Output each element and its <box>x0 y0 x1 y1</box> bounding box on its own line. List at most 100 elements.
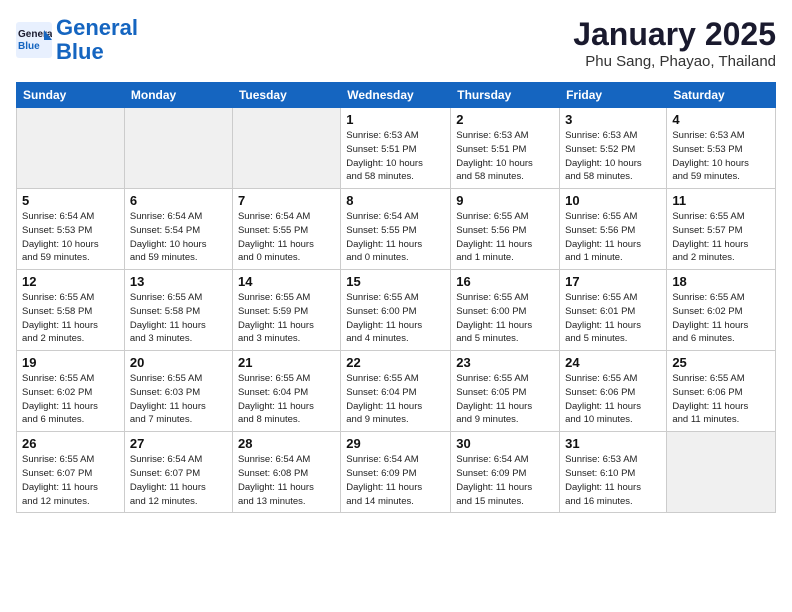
calendar-cell: 29 Sunrise: 6:54 AM Sunset: 6:09 PM Dayli… <box>341 432 451 513</box>
calendar-cell: 27 Sunrise: 6:54 AM Sunset: 6:07 PM Dayli… <box>124 432 232 513</box>
calendar-cell: 24 Sunrise: 6:55 AM Sunset: 6:06 PM Dayli… <box>560 351 667 432</box>
cell-day-number: 25 <box>672 355 770 370</box>
calendar-cell <box>232 108 340 189</box>
cell-info: Sunrise: 6:55 AM Sunset: 5:56 PM Dayligh… <box>456 210 554 265</box>
logo-line1: General <box>56 15 138 40</box>
cell-info: Sunrise: 6:54 AM Sunset: 6:09 PM Dayligh… <box>456 453 554 508</box>
calendar-cell: 15 Sunrise: 6:55 AM Sunset: 6:00 PM Dayli… <box>341 270 451 351</box>
calendar-cell: 6Sunrise: 6:54 AM Sunset: 5:54 PM Daylig… <box>124 189 232 270</box>
cell-day-number: 5 <box>22 193 119 208</box>
cell-info: Sunrise: 6:55 AM Sunset: 5:59 PM Dayligh… <box>238 291 335 346</box>
calendar-title: January 2025 <box>573 16 776 53</box>
calendar-cell: 25Sunrise: 6:55 AM Sunset: 6:06 PM Dayli… <box>667 351 776 432</box>
weekday-header: Tuesday <box>232 83 340 108</box>
cell-day-number: 16 <box>456 274 554 289</box>
cell-info: Sunrise: 6:55 AM Sunset: 6:06 PM Dayligh… <box>565 372 661 427</box>
calendar-cell <box>17 108 125 189</box>
cell-info: Sunrise: 6:53 AM Sunset: 5:51 PM Dayligh… <box>346 129 445 184</box>
cell-day-number: 21 <box>238 355 335 370</box>
calendar-cell: 28Sunrise: 6:54 AM Sunset: 6:08 PM Dayli… <box>232 432 340 513</box>
cell-day-number: 8 <box>346 193 445 208</box>
calendar-week-row: 19Sunrise: 6:55 AM Sunset: 6:02 PM Dayli… <box>17 351 776 432</box>
cell-day-number: 24 <box>565 355 661 370</box>
calendar-cell <box>667 432 776 513</box>
cell-day-number: 20 <box>130 355 227 370</box>
cell-day-number: 30 <box>456 436 554 451</box>
calendar-cell: 19Sunrise: 6:55 AM Sunset: 6:02 PM Dayli… <box>17 351 125 432</box>
calendar-cell: 3 Sunrise: 6:53 AM Sunset: 5:52 PM Daylig… <box>560 108 667 189</box>
calendar-cell: 26Sunrise: 6:55 AM Sunset: 6:07 PM Dayli… <box>17 432 125 513</box>
cell-info: Sunrise: 6:54 AM Sunset: 5:53 PM Dayligh… <box>22 210 119 265</box>
calendar-cell: 23 Sunrise: 6:55 AM Sunset: 6:05 PM Dayli… <box>451 351 560 432</box>
weekday-header: Friday <box>560 83 667 108</box>
logo: General Blue General Blue <box>16 16 138 64</box>
cell-day-number: 1 <box>346 112 445 127</box>
cell-day-number: 28 <box>238 436 335 451</box>
calendar-cell: 5 Sunrise: 6:54 AM Sunset: 5:53 PM Daylig… <box>17 189 125 270</box>
cell-info: Sunrise: 6:55 AM Sunset: 6:02 PM Dayligh… <box>672 291 770 346</box>
logo-icon: General Blue <box>16 22 52 58</box>
cell-day-number: 3 <box>565 112 661 127</box>
cell-day-number: 27 <box>130 436 227 451</box>
cell-info: Sunrise: 6:53 AM Sunset: 5:51 PM Dayligh… <box>456 129 554 184</box>
cell-info: Sunrise: 6:54 AM Sunset: 5:55 PM Dayligh… <box>238 210 335 265</box>
cell-info: Sunrise: 6:55 AM Sunset: 5:58 PM Dayligh… <box>22 291 119 346</box>
cell-day-number: 4 <box>672 112 770 127</box>
calendar-week-row: 12 Sunrise: 6:55 AM Sunset: 5:58 PM Dayli… <box>17 270 776 351</box>
weekday-header: Saturday <box>667 83 776 108</box>
cell-day-number: 23 <box>456 355 554 370</box>
cell-info: Sunrise: 6:55 AM Sunset: 6:05 PM Dayligh… <box>456 372 554 427</box>
calendar-cell: 2 Sunrise: 6:53 AM Sunset: 5:51 PM Daylig… <box>451 108 560 189</box>
cell-day-number: 31 <box>565 436 661 451</box>
cell-day-number: 15 <box>346 274 445 289</box>
logo-text: General Blue <box>56 16 138 64</box>
cell-info: Sunrise: 6:55 AM Sunset: 6:03 PM Dayligh… <box>130 372 227 427</box>
cell-day-number: 13 <box>130 274 227 289</box>
page-header: General Blue General Blue January 2025 P… <box>16 16 776 70</box>
calendar-cell: 4 Sunrise: 6:53 AM Sunset: 5:53 PM Daylig… <box>667 108 776 189</box>
cell-day-number: 11 <box>672 193 770 208</box>
cell-info: Sunrise: 6:53 AM Sunset: 5:53 PM Dayligh… <box>672 129 770 184</box>
cell-day-number: 2 <box>456 112 554 127</box>
calendar-subtitle: Phu Sang, Phayao, Thailand <box>573 53 776 70</box>
svg-text:Blue: Blue <box>18 41 40 52</box>
calendar-cell: 13 Sunrise: 6:55 AM Sunset: 5:58 PM Dayli… <box>124 270 232 351</box>
calendar-table: SundayMondayTuesdayWednesdayThursdayFrid… <box>16 82 776 513</box>
calendar-week-row: 5 Sunrise: 6:54 AM Sunset: 5:53 PM Daylig… <box>17 189 776 270</box>
cell-day-number: 18 <box>672 274 770 289</box>
cell-info: Sunrise: 6:55 AM Sunset: 6:02 PM Dayligh… <box>22 372 119 427</box>
cell-info: Sunrise: 6:54 AM Sunset: 6:07 PM Dayligh… <box>130 453 227 508</box>
weekday-row: SundayMondayTuesdayWednesdayThursdayFrid… <box>17 83 776 108</box>
cell-day-number: 12 <box>22 274 119 289</box>
cell-info: Sunrise: 6:55 AM Sunset: 6:04 PM Dayligh… <box>346 372 445 427</box>
calendar-cell: 1 Sunrise: 6:53 AM Sunset: 5:51 PM Daylig… <box>341 108 451 189</box>
cell-day-number: 7 <box>238 193 335 208</box>
calendar-cell: 18 Sunrise: 6:55 AM Sunset: 6:02 PM Dayli… <box>667 270 776 351</box>
weekday-header: Monday <box>124 83 232 108</box>
cell-info: Sunrise: 6:54 AM Sunset: 6:09 PM Dayligh… <box>346 453 445 508</box>
cell-info: Sunrise: 6:53 AM Sunset: 6:10 PM Dayligh… <box>565 453 661 508</box>
cell-info: Sunrise: 6:55 AM Sunset: 6:07 PM Dayligh… <box>22 453 119 508</box>
cell-day-number: 29 <box>346 436 445 451</box>
title-block: January 2025 Phu Sang, Phayao, Thailand <box>573 16 776 70</box>
cell-day-number: 14 <box>238 274 335 289</box>
weekday-header: Sunday <box>17 83 125 108</box>
cell-info: Sunrise: 6:55 AM Sunset: 6:00 PM Dayligh… <box>346 291 445 346</box>
cell-day-number: 22 <box>346 355 445 370</box>
calendar-cell: 21Sunrise: 6:55 AM Sunset: 6:04 PM Dayli… <box>232 351 340 432</box>
calendar-cell: 17Sunrise: 6:55 AM Sunset: 6:01 PM Dayli… <box>560 270 667 351</box>
calendar-body: 1 Sunrise: 6:53 AM Sunset: 5:51 PM Daylig… <box>17 108 776 513</box>
calendar-cell: 8Sunrise: 6:54 AM Sunset: 5:55 PM Daylig… <box>341 189 451 270</box>
cell-day-number: 10 <box>565 193 661 208</box>
logo-line2: Blue <box>56 39 104 64</box>
calendar-cell: 20 Sunrise: 6:55 AM Sunset: 6:03 PM Dayli… <box>124 351 232 432</box>
cell-info: Sunrise: 6:55 AM Sunset: 5:58 PM Dayligh… <box>130 291 227 346</box>
calendar-cell: 14 Sunrise: 6:55 AM Sunset: 5:59 PM Dayli… <box>232 270 340 351</box>
calendar-cell: 22 Sunrise: 6:55 AM Sunset: 6:04 PM Dayli… <box>341 351 451 432</box>
calendar-cell: 10Sunrise: 6:55 AM Sunset: 5:56 PM Dayli… <box>560 189 667 270</box>
weekday-header: Wednesday <box>341 83 451 108</box>
cell-info: Sunrise: 6:53 AM Sunset: 5:52 PM Dayligh… <box>565 129 661 184</box>
cell-day-number: 6 <box>130 193 227 208</box>
calendar-cell <box>124 108 232 189</box>
calendar-cell: 12 Sunrise: 6:55 AM Sunset: 5:58 PM Dayli… <box>17 270 125 351</box>
